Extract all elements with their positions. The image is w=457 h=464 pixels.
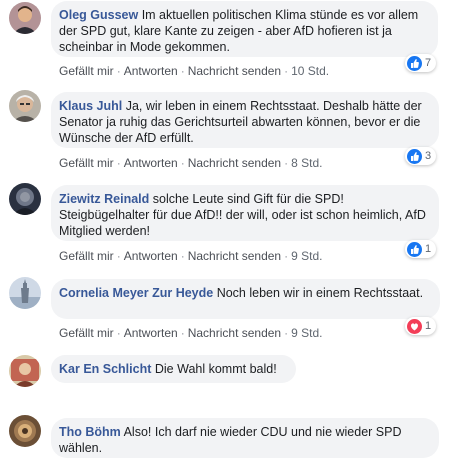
comment-author[interactable]: Klaus Juhl [59, 99, 122, 113]
reply-button[interactable]: Antworten [124, 64, 178, 78]
reaction-number: 7 [425, 57, 432, 69]
comment-author[interactable]: Tho Böhm [59, 425, 121, 439]
comment-time[interactable]: 9 Std. [291, 326, 322, 340]
comment-time[interactable]: 8 Std. [291, 156, 322, 170]
separator: · [284, 326, 289, 340]
comment-bubble: Oleg Gussew Im aktuellen politischen Kli… [51, 1, 438, 57]
comment-author[interactable]: Kar En Schlicht [59, 362, 151, 376]
comment-author[interactable]: Ziewitz Reinald [59, 192, 149, 206]
reaction-count[interactable]: 1 [405, 317, 437, 335]
comment-bubble: Klaus Juhl Ja, wir leben in einem Rechts… [51, 92, 439, 148]
comment-bubble: Tho Böhm Also! Ich darf nie wieder CDU u… [51, 418, 439, 458]
like-icon [407, 148, 422, 164]
comment-time[interactable]: 10 Std. [291, 64, 329, 78]
reply-button[interactable]: Antworten [124, 156, 178, 170]
comment-text: Noch leben wir in einem Rechtsstaat. [216, 286, 424, 300]
separator: · [284, 156, 289, 170]
reaction-number: 3 [425, 150, 432, 162]
separator: · [116, 156, 121, 170]
reaction-count[interactable]: 3 [405, 147, 437, 165]
reaction-count[interactable]: 7 [405, 54, 437, 72]
avatar[interactable] [9, 355, 41, 387]
reaction-number: 1 [425, 320, 432, 332]
comment-bubble: Ziewitz Reinald solche Leute sind Gift f… [51, 185, 439, 241]
send-message-button[interactable]: Nachricht senden [188, 64, 281, 78]
comment-actions: Gefällt mir · Antworten · Nachricht senden · 9… [59, 326, 322, 340]
like-button[interactable]: Gefällt mir [59, 249, 114, 263]
comment-author[interactable]: Cornelia Meyer Zur Heyde [59, 286, 213, 300]
comment-actions: Gefällt mir · Antworten · Nachricht senden · 1… [59, 64, 329, 78]
heart-icon [407, 318, 422, 334]
reply-button[interactable]: Antworten [124, 249, 178, 263]
separator: · [284, 249, 289, 263]
send-message-button[interactable]: Nachricht senden [188, 249, 281, 263]
like-icon [407, 241, 422, 257]
reaction-number: 1 [425, 243, 432, 255]
separator: · [116, 249, 121, 263]
comment-bubble: Cornelia Meyer Zur Heyde Noch leben wir … [51, 279, 440, 319]
separator: · [116, 326, 121, 340]
separator: · [116, 64, 121, 78]
avatar[interactable] [9, 183, 41, 215]
avatar[interactable] [9, 2, 41, 34]
send-message-button[interactable]: Nachricht senden [188, 156, 281, 170]
comment-text: Die Wahl kommt bald! [154, 362, 277, 376]
comment-actions: Gefällt mir · Antworten · Nachricht senden · 9… [59, 249, 322, 263]
comment-bubble: Kar En Schlicht Die Wahl kommt bald! [51, 355, 296, 383]
like-icon [407, 55, 422, 71]
comment-author[interactable]: Oleg Gussew [59, 8, 138, 22]
separator: · [284, 64, 289, 78]
separator: · [180, 249, 185, 263]
like-button[interactable]: Gefällt mir [59, 326, 114, 340]
send-message-button[interactable]: Nachricht senden [188, 326, 281, 340]
avatar[interactable] [9, 415, 41, 447]
separator: · [180, 156, 185, 170]
avatar[interactable] [9, 277, 41, 309]
separator: · [180, 64, 185, 78]
avatar[interactable] [9, 90, 41, 122]
comment-actions: Gefällt mir · Antworten · Nachricht senden · 8… [59, 156, 322, 170]
like-button[interactable]: Gefällt mir [59, 64, 114, 78]
comment-time[interactable]: 9 Std. [291, 249, 322, 263]
like-button[interactable]: Gefällt mir [59, 156, 114, 170]
reply-button[interactable]: Antworten [124, 326, 178, 340]
separator: · [180, 326, 185, 340]
reaction-count[interactable]: 1 [405, 240, 437, 258]
